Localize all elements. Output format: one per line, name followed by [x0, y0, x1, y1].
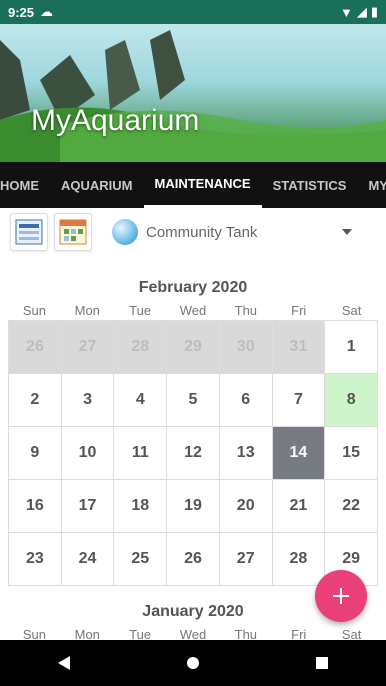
system-nav-bar: [0, 640, 386, 686]
recents-icon[interactable]: [312, 653, 332, 673]
status-bar: 9:25 ☁ ▼ ◢ ▮: [0, 0, 386, 24]
calendar-day[interactable]: 5: [167, 374, 220, 427]
tab-home[interactable]: HOME: [0, 162, 50, 208]
cloud-icon: ☁: [40, 4, 54, 19]
tab-aquarium[interactable]: AQUARIUM: [50, 162, 144, 208]
calendar-day[interactable]: 13: [219, 427, 273, 480]
tab-bar: HOME AQUARIUM MAINTENANCE STATISTICS MY …: [0, 162, 386, 208]
calendar-day[interactable]: 6: [219, 374, 273, 427]
weekday-label: Thu: [234, 303, 258, 318]
weekday-label: Mon: [74, 303, 100, 318]
calendar-view-button[interactable]: [54, 213, 92, 251]
calendar-day[interactable]: 14: [272, 427, 326, 480]
signal-icon: ◢: [356, 4, 367, 19]
tab-my-list[interactable]: MY L: [357, 162, 386, 208]
wifi-icon: ▼: [339, 4, 353, 20]
weekday-label: Sun: [22, 303, 46, 318]
month-title: February 2020: [138, 279, 248, 296]
back-icon[interactable]: [54, 653, 74, 673]
weekday-label: Wed: [179, 303, 207, 318]
calendar-day[interactable]: 18: [114, 480, 168, 533]
tab-statistics[interactable]: STATISTICS: [262, 162, 358, 208]
calendar-day[interactable]: 26: [9, 321, 62, 374]
calendar-view-icon: [59, 219, 87, 245]
calendar-day[interactable]: 17: [61, 480, 115, 533]
calendar-day[interactable]: 22: [325, 480, 378, 533]
battery-icon: ▮: [370, 4, 378, 19]
calendar-day[interactable]: 15: [325, 427, 378, 480]
calendar-day[interactable]: 31: [272, 321, 326, 374]
calendar-day[interactable]: 29: [167, 321, 220, 374]
calendar-grid: 26 27 28 29 30 31 1 2 3 4 5 6 7 8 9 10 11 12 13 14 15 16 17 18 1…: [8, 320, 378, 586]
tab-maintenance[interactable]: MAINTENANCE: [143, 162, 262, 208]
app-title: MyAquarium: [31, 104, 200, 137]
weekday-label: Tue: [129, 303, 152, 318]
calendar-day[interactable]: 23: [9, 533, 62, 586]
calendar-day[interactable]: 9: [9, 427, 62, 480]
calendar-day[interactable]: 8: [325, 374, 378, 427]
weekday-label: Sat: [341, 303, 362, 318]
calendar-day[interactable]: 20: [219, 480, 273, 533]
tank-icon: [112, 219, 138, 245]
calendar-day[interactable]: 28: [114, 321, 168, 374]
calendar-day[interactable]: 26: [167, 533, 220, 586]
calendar-day[interactable]: 4: [114, 374, 168, 427]
calendar-day[interactable]: 19: [167, 480, 220, 533]
maintenance-toolbar: Community Tank: [0, 208, 386, 256]
calendar-day[interactable]: 24: [61, 533, 115, 586]
calendar-day[interactable]: 3: [61, 374, 115, 427]
calendar-day[interactable]: 16: [9, 480, 62, 533]
calendar-day[interactable]: 11: [114, 427, 168, 480]
tank-name: Community Tank: [146, 223, 258, 241]
calendar-day[interactable]: 30: [219, 321, 273, 374]
weekday-label: Fri: [291, 303, 307, 318]
add-task-button[interactable]: [315, 570, 367, 622]
tank-selector[interactable]: Community Tank: [112, 213, 372, 251]
dropdown-arrow-icon: [342, 229, 352, 235]
header-banner: MyAquarium: [0, 0, 386, 162]
calendar-day[interactable]: 2: [9, 374, 62, 427]
calendar-day[interactable]: 28: [272, 533, 326, 586]
status-time: 9:25: [8, 4, 35, 20]
calendar-day[interactable]: 27: [61, 321, 115, 374]
calendar-day[interactable]: 7: [272, 374, 326, 427]
calendar-day[interactable]: 12: [167, 427, 220, 480]
plus-icon: [333, 588, 349, 604]
calendar-day[interactable]: 21: [272, 480, 326, 533]
calendar-day[interactable]: 1: [325, 321, 378, 374]
calendar-day[interactable]: 25: [114, 533, 168, 586]
list-view-button[interactable]: [10, 213, 48, 251]
weekday-header: Sun Mon Tue Wed Thu Fri Sat: [8, 303, 378, 320]
home-icon[interactable]: [183, 653, 203, 673]
list-view-icon: [15, 219, 43, 245]
calendar-day[interactable]: 27: [219, 533, 273, 586]
calendar-day[interactable]: 10: [61, 427, 115, 480]
